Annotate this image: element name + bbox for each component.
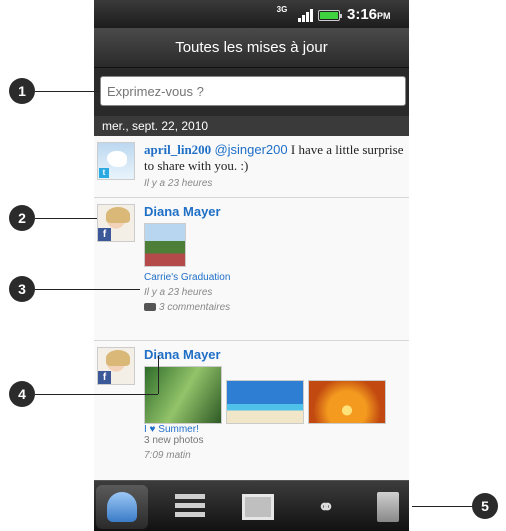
photos-count: 3 new photos <box>144 435 204 446</box>
feed-item-content: Diana Mayer I ♥ Summer! 3 new photos 7:0… <box>144 347 404 461</box>
feed-item-content: Diana Mayer Carrie's Graduation Il y a 2… <box>144 204 404 313</box>
comments-count: 3 commentaires <box>159 302 231 313</box>
photo-thumbnail[interactable] <box>144 366 222 424</box>
profile-icon <box>377 492 399 522</box>
feed-item-content: april_lin200 @jsinger200 I have a little… <box>144 142 404 189</box>
title-bar: Toutes les mises à jour <box>94 28 409 68</box>
battery-icon <box>318 10 342 21</box>
avatar-hair <box>106 350 130 366</box>
tab-updates[interactable] <box>164 485 216 529</box>
people-icon <box>107 492 137 522</box>
callout-line-3 <box>35 289 140 290</box>
timestamp: Il y a 23 heures <box>144 178 213 189</box>
avatar-hair <box>106 207 130 223</box>
updates-feed[interactable]: t april_lin200 @jsinger200 I have a litt… <box>94 136 409 480</box>
feed-item-twitter[interactable]: t april_lin200 @jsinger200 I have a litt… <box>94 136 409 198</box>
clock-time: 3:16 <box>347 6 378 23</box>
callout-line-4 <box>35 394 158 395</box>
tab-profile[interactable] <box>368 485 408 529</box>
twitter-bird-icon <box>107 151 127 167</box>
author-name[interactable]: Diana Mayer <box>144 347 404 362</box>
callout-line-5 <box>412 506 472 507</box>
photo-thumbnail[interactable] <box>308 380 386 424</box>
page-title: Toutes les mises à jour <box>175 39 328 56</box>
phone-screen: 3G 3:16PM Toutes les mises à jour mer., … <box>94 0 409 531</box>
album-link[interactable]: I ♥ Summer! <box>144 424 404 435</box>
comment-icon <box>144 303 156 312</box>
tab-photos[interactable] <box>232 485 284 529</box>
photo-thumbnail[interactable] <box>144 223 186 267</box>
mention-link[interactable]: @jsinger200 <box>214 142 287 157</box>
author-name[interactable]: Diana Mayer <box>144 204 404 219</box>
timestamp: Il y a 23 heures <box>144 287 213 298</box>
signal-icon <box>298 8 314 22</box>
avatar[interactable]: f <box>97 204 135 242</box>
callout-2: 2 <box>9 205 35 231</box>
network-3g-indicator: 3G <box>276 5 288 14</box>
comments-link[interactable]: 3 commentaires <box>144 302 404 313</box>
facebook-icon: f <box>98 228 111 241</box>
updates-icon <box>175 494 205 520</box>
photo-thumbnail[interactable] <box>226 380 304 424</box>
callout-1: 1 <box>9 78 35 104</box>
photos-icon <box>242 494 274 520</box>
callout-line-1 <box>35 91 100 92</box>
status-bar: 3G 3:16PM <box>94 0 409 28</box>
twitter-avatar[interactable]: t <box>97 142 135 180</box>
callout-4: 4 <box>9 381 35 407</box>
tweet-text: april_lin200 @jsinger200 I have a little… <box>144 142 404 174</box>
album-link[interactable]: Carrie's Graduation <box>144 272 404 283</box>
callout-vline-4 <box>158 356 159 394</box>
tab-people[interactable] <box>96 485 148 529</box>
feed-item-facebook[interactable]: f Diana Mayer Carrie's Graduation Il y a… <box>94 198 409 341</box>
feed-item-facebook[interactable]: f Diana Mayer I ♥ Summer! 3 new photos 7… <box>94 341 409 480</box>
status-update-input[interactable] <box>100 76 406 106</box>
callout-3: 3 <box>9 276 35 302</box>
twitter-badge-icon: t <box>99 168 109 178</box>
photo-strip <box>144 366 404 424</box>
facebook-icon: f <box>98 371 111 384</box>
clock-ampm: PM <box>377 11 391 21</box>
author-name[interactable]: april_lin200 <box>144 142 211 157</box>
callout-5: 5 <box>472 493 498 519</box>
tab-links[interactable]: ⚭ <box>300 485 352 529</box>
status-time: 3:16PM <box>347 6 391 23</box>
callout-line-2 <box>35 218 97 219</box>
timestamp: 7:09 matin <box>144 450 191 461</box>
tab-bar: ⚭ <box>94 480 409 531</box>
date-header: mer., sept. 22, 2010 <box>94 116 409 136</box>
avatar[interactable]: f <box>97 347 135 385</box>
link-icon: ⚭ <box>317 496 335 519</box>
compose-area <box>94 68 409 116</box>
